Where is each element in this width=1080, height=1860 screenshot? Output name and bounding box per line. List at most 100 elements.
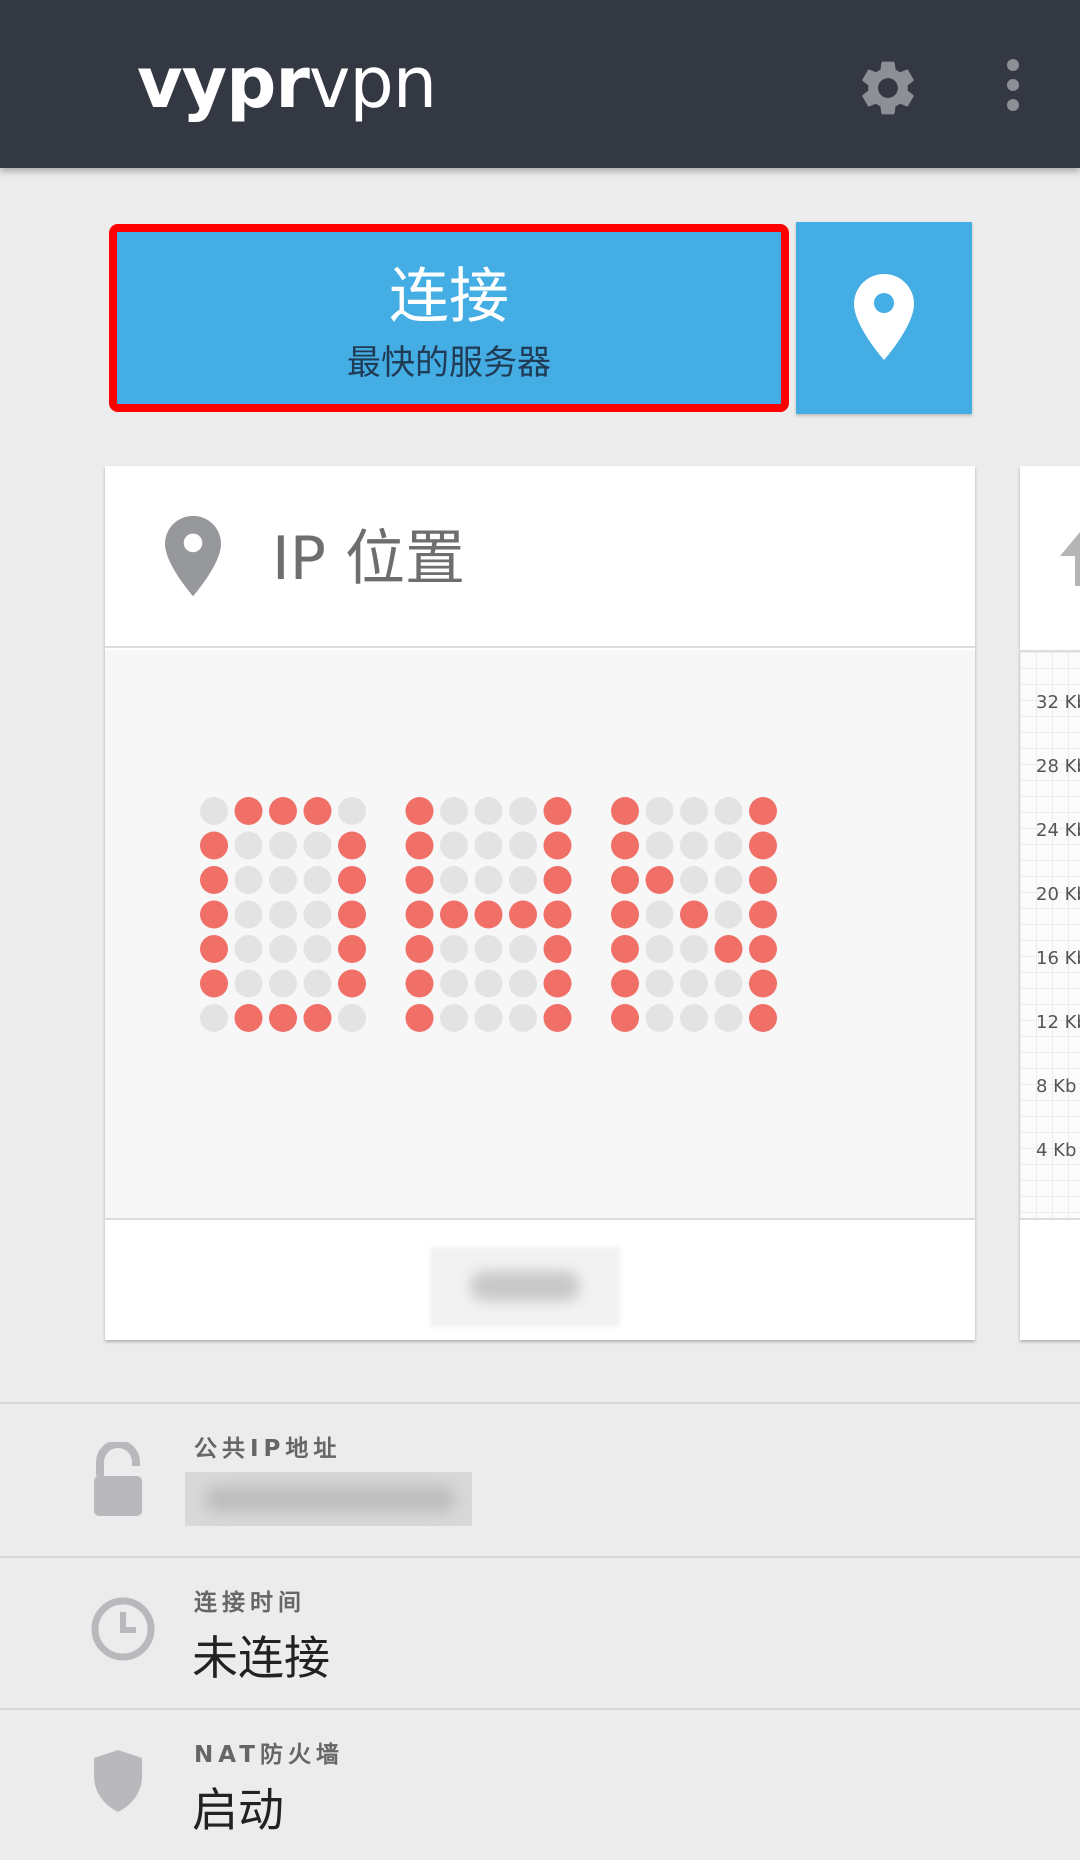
dot-matrix-display — [105, 650, 975, 1220]
matrix-dot — [269, 1004, 297, 1032]
matrix-dot — [611, 866, 639, 894]
matrix-dot — [303, 935, 332, 963]
matrix-dot — [405, 935, 434, 963]
matrix-dot — [680, 866, 708, 894]
matrix-dot — [509, 969, 537, 998]
matrix-dot — [405, 1004, 434, 1032]
matrix-dot — [303, 1004, 332, 1032]
matrix-dot — [509, 900, 537, 929]
matrix-dot — [200, 1004, 228, 1032]
matrix-dot — [338, 969, 366, 998]
matrix-dot — [611, 935, 639, 963]
blurred-location-text — [430, 1247, 620, 1327]
matrix-dot — [543, 831, 572, 860]
matrix-dot — [680, 797, 708, 825]
axis-label: 20 Kb — [1036, 884, 1080, 905]
card-title: IP 位置 — [272, 524, 465, 594]
vyprvpn-logo: vyprvpn — [137, 38, 437, 128]
matrix-dot — [611, 900, 639, 929]
matrix-dot — [714, 866, 743, 894]
matrix-dot — [749, 831, 777, 860]
matrix-dot — [338, 866, 366, 894]
clock-icon — [91, 1597, 155, 1661]
public-ip-label: 公共IP地址 — [194, 1436, 342, 1462]
matrix-dot — [234, 969, 263, 998]
matrix-dot — [234, 831, 263, 860]
matrix-dot — [611, 1004, 639, 1032]
card-footer — [105, 1222, 975, 1340]
matrix-dot — [474, 935, 503, 963]
connect-button[interactable]: 连接 最快的服务器 — [110, 225, 788, 411]
matrix-dot — [440, 935, 468, 963]
connect-server-subtitle: 最快的服务器 — [347, 343, 551, 383]
axis-label: 8 Kb — [1036, 1076, 1077, 1097]
matrix-dot — [714, 969, 743, 998]
matrix-dot — [645, 797, 674, 825]
matrix-dot — [303, 866, 332, 894]
map-pin-icon — [854, 274, 914, 360]
matrix-dot — [509, 866, 537, 894]
matrix-dot — [405, 969, 434, 998]
matrix-dot — [405, 831, 434, 860]
matrix-dot — [338, 831, 366, 860]
kebab-menu-icon[interactable] — [998, 55, 1028, 115]
matrix-dot — [234, 1004, 263, 1032]
unlocked-padlock-icon — [94, 1442, 142, 1516]
matrix-dot — [543, 866, 572, 894]
matrix-dot — [338, 935, 366, 963]
matrix-dot — [405, 900, 434, 929]
matrix-dot — [680, 969, 708, 998]
gear-icon[interactable] — [855, 55, 921, 121]
matrix-dot — [200, 831, 228, 860]
matrix-dot — [749, 1004, 777, 1032]
matrix-dot — [405, 866, 434, 894]
connect-title: 连接 — [389, 262, 509, 332]
matrix-dot — [680, 900, 708, 929]
matrix-dot — [680, 1004, 708, 1032]
matrix-dot — [645, 866, 674, 894]
app-bar: vyprvpn — [0, 0, 1080, 168]
matrix-dot — [200, 935, 228, 963]
matrix-dot — [749, 900, 777, 929]
speed-graph-card[interactable]: 32 Kb 28 Kb 24 Kb 20 Kb 16 Kb 12 Kb 8 Kb… — [1020, 466, 1080, 1340]
ip-location-card: IP 位置 — [105, 466, 975, 1340]
connect-time-value: 未连接 — [192, 1631, 330, 1685]
public-ip-row: 公共IP地址 — [0, 1402, 1080, 1556]
matrix-dot — [543, 900, 572, 929]
matrix-dot — [509, 831, 537, 860]
connect-time-label: 连接时间 — [194, 1590, 306, 1616]
matrix-dot — [611, 831, 639, 860]
matrix-dot — [234, 900, 263, 929]
matrix-dot — [269, 866, 297, 894]
card-header: IP 位置 — [105, 466, 975, 648]
matrix-dot — [749, 935, 777, 963]
matrix-dot — [440, 969, 468, 998]
matrix-dot — [269, 831, 297, 860]
nat-firewall-value: 启动 — [192, 1783, 284, 1837]
connect-time-row: 连接时间 未连接 — [0, 1556, 1080, 1710]
matrix-dot — [509, 797, 537, 825]
matrix-dot — [234, 866, 263, 894]
axis-label: 16 Kb — [1036, 948, 1080, 969]
matrix-dot — [680, 831, 708, 860]
matrix-dot — [611, 969, 639, 998]
choose-location-button[interactable] — [796, 222, 972, 414]
matrix-dot — [200, 969, 228, 998]
matrix-dot — [440, 866, 468, 894]
matrix-dot — [234, 797, 263, 825]
matrix-dot — [269, 900, 297, 929]
shield-icon — [94, 1750, 142, 1812]
matrix-dot — [303, 797, 332, 825]
axis-label: 32 Kb — [1036, 692, 1080, 713]
matrix-dot — [714, 797, 743, 825]
matrix-dot — [338, 797, 366, 825]
matrix-dot — [611, 797, 639, 825]
matrix-dot — [440, 900, 468, 929]
logo-bold: vypr — [137, 42, 310, 124]
matrix-dot — [749, 866, 777, 894]
upload-arrow-icon — [1060, 532, 1080, 586]
matrix-dot — [543, 935, 572, 963]
matrix-dot — [338, 900, 366, 929]
matrix-dot — [714, 831, 743, 860]
dot-matrix-digits — [200, 797, 777, 1032]
